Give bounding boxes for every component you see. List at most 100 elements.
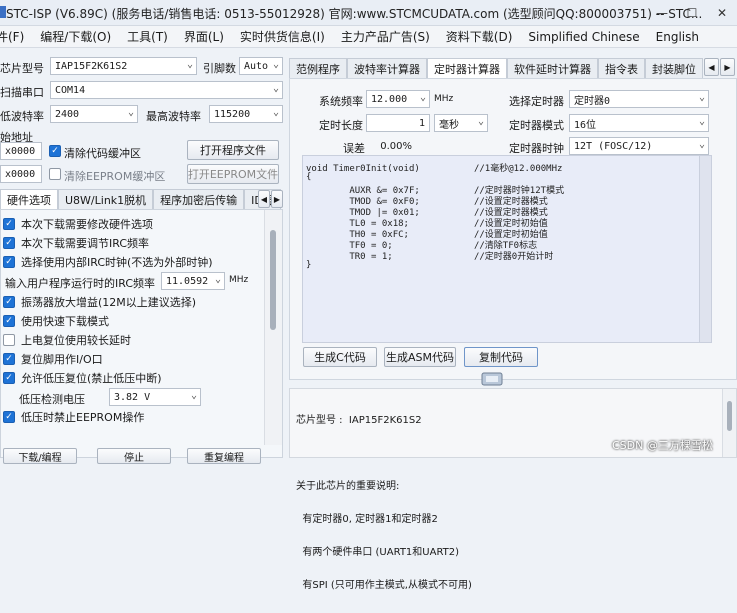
low-voltage-select[interactable]: 3.82 V ⌄ — [109, 388, 201, 406]
chevron-right-icon[interactable]: ▶ — [720, 58, 735, 76]
chevron-down-icon: ⌄ — [127, 107, 134, 118]
generated-code-area[interactable]: void Timer0Init(void) //1毫秒@12.000MHz { … — [302, 155, 712, 343]
tab-baud-calc[interactable]: 波特率计算器 — [347, 58, 427, 78]
port-select[interactable]: COM14 ⌄ — [50, 81, 283, 99]
hardware-options-panel: ✓ 本次下载需要修改硬件选项 ✓ 本次下载需要调节IRC频率 ✓ 选择使用内部IRC时… — [0, 209, 283, 464]
unchecked-box-icon — [3, 334, 15, 346]
system-frequency-label: 系统频率 — [319, 95, 363, 108]
repeat-program-button[interactable]: 重复编程 — [187, 448, 261, 464]
options-scrollbar[interactable] — [264, 210, 282, 445]
title-bar: STC-ISP (V6.89C) (服务电话/销售电话: 0513-550129… — [0, 0, 737, 26]
download-button[interactable]: 下载/编程 — [3, 448, 77, 464]
irc-frequency-value: 11.0592 — [166, 275, 209, 287]
tab-timer-calc[interactable]: 定时器计算器 — [427, 58, 507, 78]
timer-length-unit: 毫秒 — [439, 119, 459, 131]
check-icon: ✓ — [3, 353, 15, 365]
open-program-button[interactable]: 打开程序文件 — [187, 140, 279, 160]
menu-downloads[interactable]: 资料下载(D) — [438, 28, 521, 45]
option-row[interactable]: ✓ 复位脚用作I/O口 — [3, 351, 103, 367]
open-eeprom-button[interactable]: 打开EEPROM文件 — [187, 164, 279, 184]
close-icon[interactable]: ✕ — [707, 0, 737, 26]
timer-length-value: 1 — [418, 117, 425, 129]
menu-supply[interactable]: 实时供货信息(I) — [232, 28, 333, 45]
option-row[interactable]: 上电复位使用较长延时 — [3, 332, 131, 348]
chevron-left-icon[interactable]: ◀ — [704, 58, 719, 76]
timer-clock-select[interactable]: 12T (FOSC/12) ⌄ — [569, 137, 709, 155]
tab-u8w-offline[interactable]: U8W/Link1脱机 — [58, 189, 154, 209]
option-label: 振荡器放大增益(12M以上建议选择) — [21, 296, 197, 309]
option-row[interactable]: ✓ 选择使用内部IRC时钟(不选为外部时钟) — [3, 254, 213, 270]
min-baud-label: 低波特率 — [0, 110, 44, 123]
option-row[interactable]: ✓ 使用快速下载模式 — [3, 313, 109, 329]
system-frequency-select[interactable]: 12.000 ⌄ — [366, 90, 430, 108]
pin-count-select[interactable]: Auto ⌄ — [239, 57, 283, 75]
chevron-down-icon: ⌄ — [419, 92, 426, 103]
menu-english[interactable]: English — [648, 30, 707, 44]
stop-button[interactable]: 停止 — [97, 448, 171, 464]
tab-hardware-options[interactable]: 硬件选项 — [0, 189, 58, 209]
menu-tools[interactable]: 工具(T) — [119, 28, 176, 45]
tab-package-pins[interactable]: 封装脚位 — [645, 58, 703, 78]
window-title: STC-ISP (V6.89C) (服务电话/销售电话: 0513-550129… — [6, 7, 703, 21]
copy-code-button[interactable]: 复制代码 — [464, 347, 538, 367]
menu-ads[interactable]: 主力产品广告(S) — [333, 28, 438, 45]
irc-frequency-select[interactable]: 11.0592 ⌄ — [161, 272, 225, 290]
timer-length-unit-select[interactable]: 毫秒 ⌄ — [434, 114, 488, 132]
scrollbar-thumb[interactable] — [270, 230, 276, 330]
scrollbar-thumb[interactable] — [727, 401, 732, 431]
max-baud-value: 115200 — [214, 108, 251, 120]
chevron-down-icon: ⌄ — [698, 139, 705, 150]
tab-encrypted-transfer[interactable]: 程序加密后传输 — [153, 189, 245, 209]
generate-asm-button[interactable]: 生成ASM代码 — [384, 347, 456, 367]
menu-program[interactable]: 编程/下载(O) — [32, 28, 119, 45]
low-voltage-value: 3.82 V — [114, 391, 151, 403]
code-address-input[interactable]: x0000 — [0, 142, 42, 160]
timer-length-input[interactable]: 1 — [366, 114, 430, 132]
chevron-down-icon: ⌄ — [272, 107, 279, 118]
code-address-value: x0000 — [5, 145, 36, 157]
option-label: 低压时禁止EEPROM操作 — [21, 411, 145, 424]
timer-select[interactable]: 定时器0 ⌄ — [569, 90, 709, 108]
timer-mode-select[interactable]: 16位 ⌄ — [569, 114, 709, 132]
menu-chinese[interactable]: Simplified Chinese — [520, 30, 647, 44]
timer-clock-value: 12T (FOSC/12) — [574, 140, 653, 152]
clear-code-label: 清除代码缓冲区 — [64, 147, 141, 160]
info-scrollbar[interactable] — [722, 389, 736, 457]
tab-examples[interactable]: 范例程序 — [289, 58, 347, 78]
menu-bar: 件(F) 编程/下载(O) 工具(T) 界面(L) 实时供货信息(I) 主力产品… — [0, 26, 737, 48]
option-label: 允许低压复位(禁止低压中断) — [21, 372, 162, 385]
info-line: 芯片型号 : IAP15F2K61S2 — [296, 415, 422, 426]
chip-model-value: IAP15F2K61S2 — [55, 60, 128, 72]
eeprom-address-input[interactable]: x0000 — [0, 165, 42, 183]
code-line: { — [306, 172, 312, 182]
chevron-down-icon: ⌄ — [190, 390, 197, 401]
option-row[interactable]: ✓ 低压时禁止EEPROM操作 — [3, 409, 144, 425]
clear-code-checkbox[interactable]: ✓ — [49, 145, 61, 157]
check-icon: ✓ — [3, 237, 15, 249]
pin-count-value: Auto — [244, 60, 269, 72]
option-label: 上电复位使用较长延时 — [21, 334, 131, 347]
menu-interface[interactable]: 界面(L) — [176, 28, 232, 45]
tab-instruction-table[interactable]: 指令表 — [598, 58, 645, 78]
tab-delay-calc[interactable]: 软件延时计算器 — [507, 58, 598, 78]
code-scrollbar[interactable] — [699, 156, 711, 342]
option-row[interactable]: ✓ 允许低压复位(禁止低压中断) — [3, 370, 162, 386]
system-frequency-value: 12.000 — [371, 93, 408, 105]
option-row[interactable]: ✓ 振荡器放大增益(12M以上建议选择) — [3, 294, 196, 310]
generate-c-button[interactable]: 生成C代码 — [303, 347, 377, 367]
menu-file[interactable]: 件(F) — [0, 28, 32, 45]
chip-model-select[interactable]: IAP15F2K61S2 ⌄ — [50, 57, 197, 75]
option-row[interactable]: ✓ 本次下载需要调节IRC频率 — [3, 235, 149, 251]
clear-eeprom-checkbox[interactable] — [49, 168, 61, 180]
min-baud-select[interactable]: 2400 ⌄ — [50, 105, 138, 123]
max-baud-select[interactable]: 115200 ⌄ — [209, 105, 283, 123]
option-row[interactable]: ✓ 本次下载需要修改硬件选项 — [3, 216, 153, 232]
pin-count-label: 引脚数 — [203, 62, 236, 75]
option-label: 复位脚用作I/O口 — [21, 353, 103, 366]
chevron-left-icon[interactable]: ◀ — [258, 190, 270, 208]
error-value: 0.00% — [380, 140, 412, 152]
maximize-icon[interactable]: ☐ — [677, 0, 707, 26]
code-line: TR0 = 1; //定时器0开始计时 — [306, 252, 554, 262]
chevron-right-icon[interactable]: ▶ — [271, 190, 283, 208]
minimize-icon[interactable]: — — [647, 0, 677, 26]
